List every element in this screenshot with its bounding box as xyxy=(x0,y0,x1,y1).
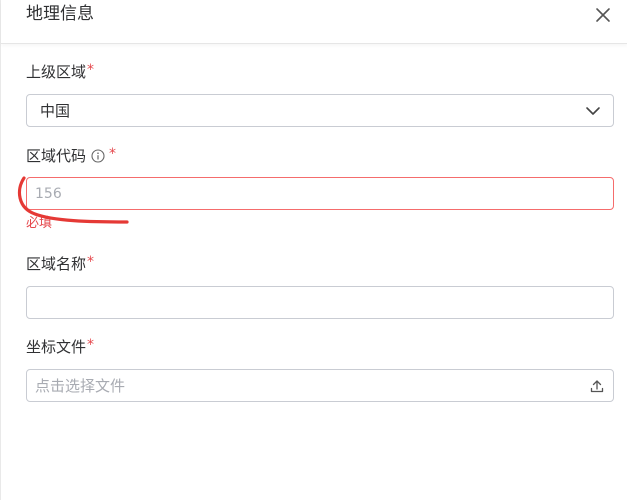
parent-region-label-text: 上级区域 xyxy=(26,63,87,81)
upload-icon[interactable] xyxy=(590,379,604,393)
close-button[interactable] xyxy=(592,4,614,26)
required-mark: * xyxy=(109,146,117,162)
region-code-input[interactable] xyxy=(35,182,595,206)
region-name-label-text: 区域名称 xyxy=(26,255,87,273)
parent-region-select[interactable]: 中国 xyxy=(26,94,614,127)
region-name-input[interactable] xyxy=(35,291,595,315)
required-mark: * xyxy=(87,337,95,353)
coord-file-label-text: 坐标文件 xyxy=(26,338,87,356)
region-code-label-text: 区域代码 xyxy=(26,147,87,165)
chevron-down-icon xyxy=(586,107,600,115)
region-name-label: 区域名称* xyxy=(26,254,94,275)
coord-file-placeholder: 点击选择文件 xyxy=(35,377,126,395)
region-code-error: 必填 xyxy=(26,216,53,231)
coord-file-picker[interactable]: 点击选择文件 xyxy=(26,369,614,402)
parent-region-label: 上级区域* xyxy=(26,62,94,83)
coord-file-label: 坐标文件* xyxy=(26,337,94,358)
region-name-input-wrapper xyxy=(26,286,614,319)
required-mark: * xyxy=(87,62,95,78)
region-code-label: 区域代码 * xyxy=(26,146,116,167)
region-code-input-wrapper xyxy=(26,177,614,210)
info-icon[interactable] xyxy=(91,149,105,163)
red-annotation-stroke xyxy=(17,176,129,224)
required-mark: * xyxy=(87,254,95,270)
close-icon xyxy=(596,8,610,22)
parent-region-value: 中国 xyxy=(40,102,71,120)
dialog-header: 地理信息 xyxy=(1,0,627,44)
dialog-title: 地理信息 xyxy=(26,4,94,24)
geo-info-dialog: 地理信息 上级区域* 中国 区域代码 * 必填 区域名称* 坐标文件* xyxy=(0,0,627,500)
